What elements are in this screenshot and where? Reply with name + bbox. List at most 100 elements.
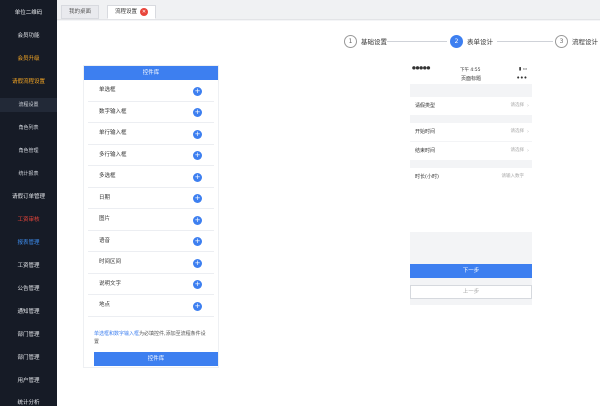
battery-icon: ▮ ▭: [518, 67, 527, 72]
sidebar-item-leave-orders[interactable]: 请假订单管理: [0, 190, 57, 204]
form-row-placeholder: 请选择: [510, 103, 525, 108]
tab-label: 我的桌面: [69, 9, 92, 15]
form-row-start-time[interactable]: 开始时间 请选择 ›: [410, 123, 532, 141]
form-row-placeholder: 请选择: [510, 129, 525, 134]
component-library: 控件库 单选框 + 数字输入框 + 单行输入框 + 多行输入框 + 多选框 + 日期 + 图…: [83, 65, 219, 368]
plus-icon[interactable]: +: [193, 194, 202, 203]
sidebar-item-process-settings[interactable]: 流程设置: [0, 98, 57, 112]
component-image[interactable]: 图片 +: [88, 209, 214, 231]
chevron-right-icon: ›: [527, 103, 529, 109]
component-library-header: 控件库: [84, 66, 218, 80]
component-note-highlight: 单选框和数字输入框: [94, 331, 140, 337]
component-label: 图片: [99, 216, 111, 222]
signal-icon: ●●●●●: [412, 66, 431, 71]
component-label: 说明文字: [99, 280, 122, 287]
component-radio[interactable]: 单选框 +: [88, 80, 214, 102]
close-icon[interactable]: ✕: [140, 7, 149, 16]
component-library-footer-button[interactable]: 控件库: [94, 352, 218, 366]
form-row-placeholder: 请选择: [510, 148, 525, 153]
plus-icon[interactable]: +: [193, 151, 202, 160]
phone-time: 下午 4:55: [460, 68, 481, 73]
sidebar-item-salary-review[interactable]: 工资审核: [0, 213, 57, 227]
plus-icon[interactable]: +: [193, 301, 202, 311]
component-description-text[interactable]: 说明文字 +: [88, 274, 214, 295]
tab-bar: 我的桌面 流程设置 ✕: [57, 0, 600, 20]
component-label: 数字输入框: [99, 108, 127, 115]
component-location[interactable]: 地点 +: [88, 295, 214, 317]
plus-icon[interactable]: +: [193, 280, 202, 289]
component-label: 多选框: [99, 173, 116, 179]
component-list: 单选框 + 数字输入框 + 单行输入框 + 多行输入框 + 多选框 + 日期 + 图片 + 语…: [84, 80, 218, 317]
step-connector: [497, 41, 553, 42]
component-date[interactable]: 日期 +: [88, 188, 214, 209]
main-content: 1 基础设置 2 表单设计 3 流程设计 控件库 单选框 + 数字输入框 + 单行输…: [57, 21, 600, 406]
component-single-line-input[interactable]: 单行输入框 +: [88, 123, 214, 145]
form-row-label: 请假类型: [415, 103, 436, 109]
phone-nav-bar: 页面标题 •••: [410, 74, 532, 84]
component-label: 多行输入框: [99, 151, 127, 158]
sidebar-item-department-management-2[interactable]: 部门管理: [0, 351, 57, 365]
sidebar-item-announcements[interactable]: 公告管理: [0, 282, 57, 296]
form-row-label: 开始时间: [415, 129, 436, 135]
form-row-label: 结束时间: [415, 148, 436, 154]
chevron-right-icon: ›: [527, 148, 529, 154]
component-note: 单选框和数字输入框为必填控件,添加至流程条件设置: [94, 330, 210, 346]
component-voice[interactable]: 语音 +: [88, 231, 214, 252]
component-label: 地点: [99, 302, 111, 308]
sidebar-item-stat-reports[interactable]: 统计报表: [0, 167, 57, 181]
step-label: 表单设计: [467, 38, 493, 46]
step-basic-settings[interactable]: 1 基础设置: [344, 34, 387, 48]
sidebar-item-salary-management[interactable]: 工资管理: [0, 259, 57, 273]
component-time-range[interactable]: 时间区间 +: [88, 252, 214, 274]
prev-step-button[interactable]: 上一步: [410, 285, 532, 299]
tab-process-settings[interactable]: 流程设置 ✕: [107, 5, 157, 19]
form-row-placeholder: 请输入数字: [501, 174, 525, 179]
sidebar-item-role-management[interactable]: 角色管理: [0, 144, 57, 158]
chevron-right-icon: ›: [527, 129, 529, 135]
component-label: 单行输入框: [99, 130, 127, 136]
sidebar-item-role-list[interactable]: 角色列表: [0, 121, 57, 135]
step-number: 3: [555, 34, 568, 48]
plus-icon[interactable]: +: [193, 258, 202, 268]
more-icon[interactable]: •••: [516, 74, 527, 82]
component-checkbox[interactable]: 多选框 +: [88, 166, 214, 188]
plus-icon[interactable]: +: [193, 237, 202, 246]
step-number: 2: [450, 34, 463, 48]
component-label: 单选框: [99, 87, 116, 93]
sidebar-item-user-management[interactable]: 用户管理: [0, 374, 57, 388]
component-label: 时间区间: [99, 259, 122, 265]
component-label: 语音: [99, 237, 111, 244]
sidebar-item-member-functions[interactable]: 会员功能: [0, 29, 57, 43]
plus-icon[interactable]: +: [193, 172, 202, 182]
form-row-leave-type[interactable]: 请假类型 请选择 ›: [410, 97, 532, 115]
phone-status-bar: ●●●●● 下午 4:55 ▮ ▭: [410, 65, 532, 74]
step-connector: [387, 41, 447, 42]
phone-page-title: 页面标题: [460, 76, 481, 82]
component-label: 日期: [99, 194, 111, 201]
component-multi-line-input[interactable]: 多行输入框 +: [88, 145, 214, 166]
step-number: 1: [344, 34, 357, 48]
sidebar-item-leave-process-settings[interactable]: 请假流程设置: [0, 75, 57, 89]
sidebar-item-report-management[interactable]: 报表管理: [0, 236, 57, 250]
plus-icon[interactable]: +: [193, 129, 202, 139]
sidebar-item-qrcode[interactable]: 单位二维码: [0, 6, 57, 20]
form-row-duration[interactable]: 时长(小时) 请输入数字: [410, 168, 532, 232]
plus-icon[interactable]: +: [193, 108, 202, 117]
tab-label: 流程设置: [115, 9, 138, 15]
next-step-button[interactable]: 下一步: [410, 264, 532, 278]
sidebar-item-statistics[interactable]: 统计分析: [0, 396, 57, 406]
sidebar-item-notifications[interactable]: 通知管理: [0, 305, 57, 319]
sidebar: 单位二维码 会员功能 会员升级 请假流程设置 流程设置 角色列表 角色管理 统计…: [0, 0, 57, 406]
plus-icon[interactable]: +: [193, 86, 202, 96]
sidebar-item-member-upgrade[interactable]: 会员升级: [0, 52, 57, 66]
step-label: 流程设计: [572, 38, 598, 46]
form-row-label: 时长(小时): [415, 174, 439, 180]
component-number-input[interactable]: 数字输入框 +: [88, 102, 214, 123]
sidebar-item-department-management[interactable]: 部门管理: [0, 328, 57, 342]
step-label: 基础设置: [361, 38, 387, 46]
step-form-design[interactable]: 2 表单设计: [450, 34, 493, 48]
plus-icon[interactable]: +: [193, 215, 202, 225]
step-process-design[interactable]: 3 流程设计: [555, 34, 598, 48]
form-row-end-time[interactable]: 结束时间 请选择 ›: [410, 142, 532, 160]
tab-my-desktop[interactable]: 我的桌面: [61, 5, 100, 19]
